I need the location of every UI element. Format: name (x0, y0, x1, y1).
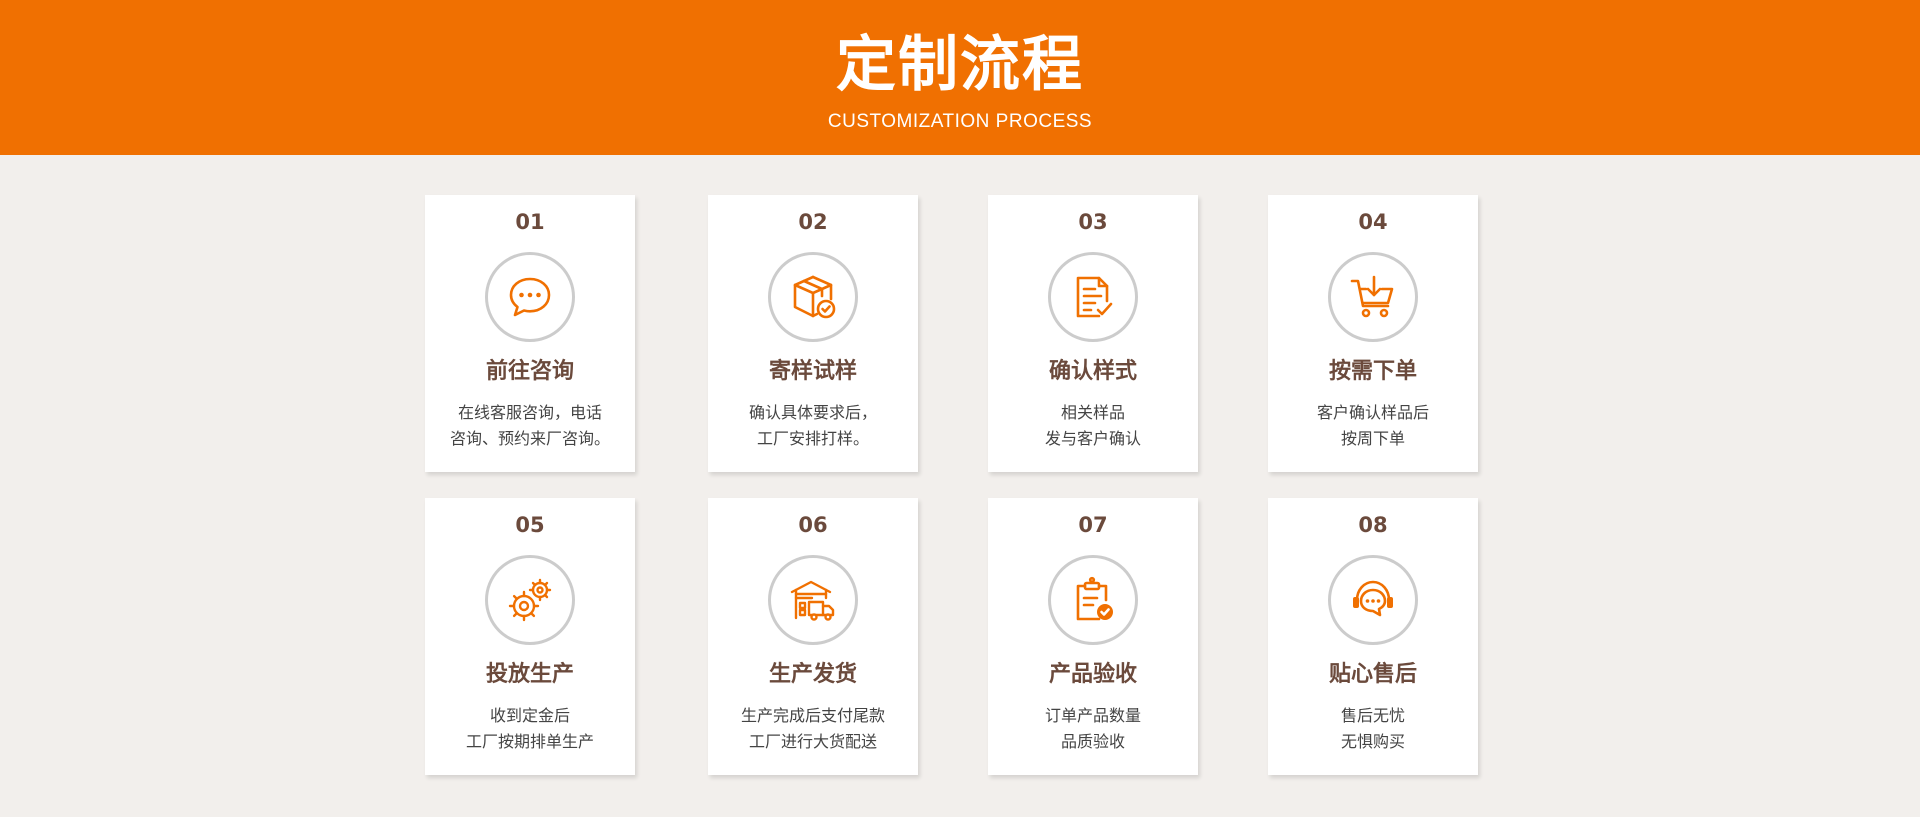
step-number: 06 (798, 513, 828, 537)
document-check-icon (1048, 252, 1138, 342)
step-number: 07 (1078, 513, 1108, 537)
page-title: 定制流程 (836, 30, 1084, 100)
step-title: 确认样式 (1048, 359, 1137, 384)
step-card-03: 03 确认样式 相关样品 发与客户确认 (988, 195, 1198, 472)
gears-icon (485, 555, 575, 645)
chat-bubble-icon (485, 252, 575, 342)
step-card-05: 05 投放生产 收到定金后 工厂按期排单生产 (425, 498, 635, 775)
step-number: 03 (1078, 210, 1108, 234)
step-card-04: 04 按需下单 客户确认样品后 按周下单 (1268, 195, 1478, 472)
step-number: 02 (798, 210, 828, 234)
headset-support-icon (1328, 555, 1418, 645)
step-number: 08 (1358, 513, 1388, 537)
step-title: 按需下单 (1328, 359, 1417, 384)
clipboard-check-icon (1048, 555, 1138, 645)
step-number: 05 (515, 513, 545, 537)
step-number: 01 (515, 210, 545, 234)
step-description: 售后无忧 无惧购买 (1340, 706, 1405, 751)
package-check-icon (768, 252, 858, 342)
header-banner: 定制流程 CUSTOMIZATION PROCESS (0, 0, 1920, 155)
step-card-07: 07 产品验收 订单产品数量 品质验收 (988, 498, 1198, 775)
step-title: 投放生产 (485, 662, 574, 687)
step-card-06: 06 生产发货 生产完成后支付尾款 工厂进行大货配送 (708, 498, 918, 775)
step-description: 收到定金后 工厂按期排单生产 (465, 706, 594, 751)
page-subtitle: CUSTOMIZATION PROCESS (827, 111, 1093, 132)
step-description: 相关样品 发与客户确认 (1044, 403, 1141, 448)
step-description: 客户确认样品后 按周下单 (1316, 403, 1429, 448)
step-title: 生产发货 (768, 662, 857, 687)
step-description: 订单产品数量 品质验收 (1044, 706, 1141, 751)
step-card-08: 08 贴心售后 售后无忧 无惧购买 (1268, 498, 1478, 775)
warehouse-truck-icon (768, 555, 858, 645)
step-description: 在线客服咨询，电话 咨询、预约来厂咨询。 (449, 403, 610, 448)
step-description: 确认具体要求后， 工厂安排打样。 (748, 403, 877, 448)
step-description: 生产完成后支付尾款 工厂进行大货配送 (740, 706, 885, 751)
step-card-02: 02 寄样试样 确认具体要求后， 工厂安排打样。 (708, 195, 918, 472)
step-title: 贴心售后 (1328, 662, 1417, 687)
step-title: 寄样试样 (768, 359, 857, 384)
step-number: 04 (1358, 210, 1388, 234)
cart-download-icon (1328, 252, 1418, 342)
step-card-01: 01 前往咨询 在线客服咨询，电话 咨询、预约来厂咨询。 (425, 195, 635, 472)
step-title: 前往咨询 (485, 359, 574, 384)
step-title: 产品验收 (1048, 662, 1137, 687)
